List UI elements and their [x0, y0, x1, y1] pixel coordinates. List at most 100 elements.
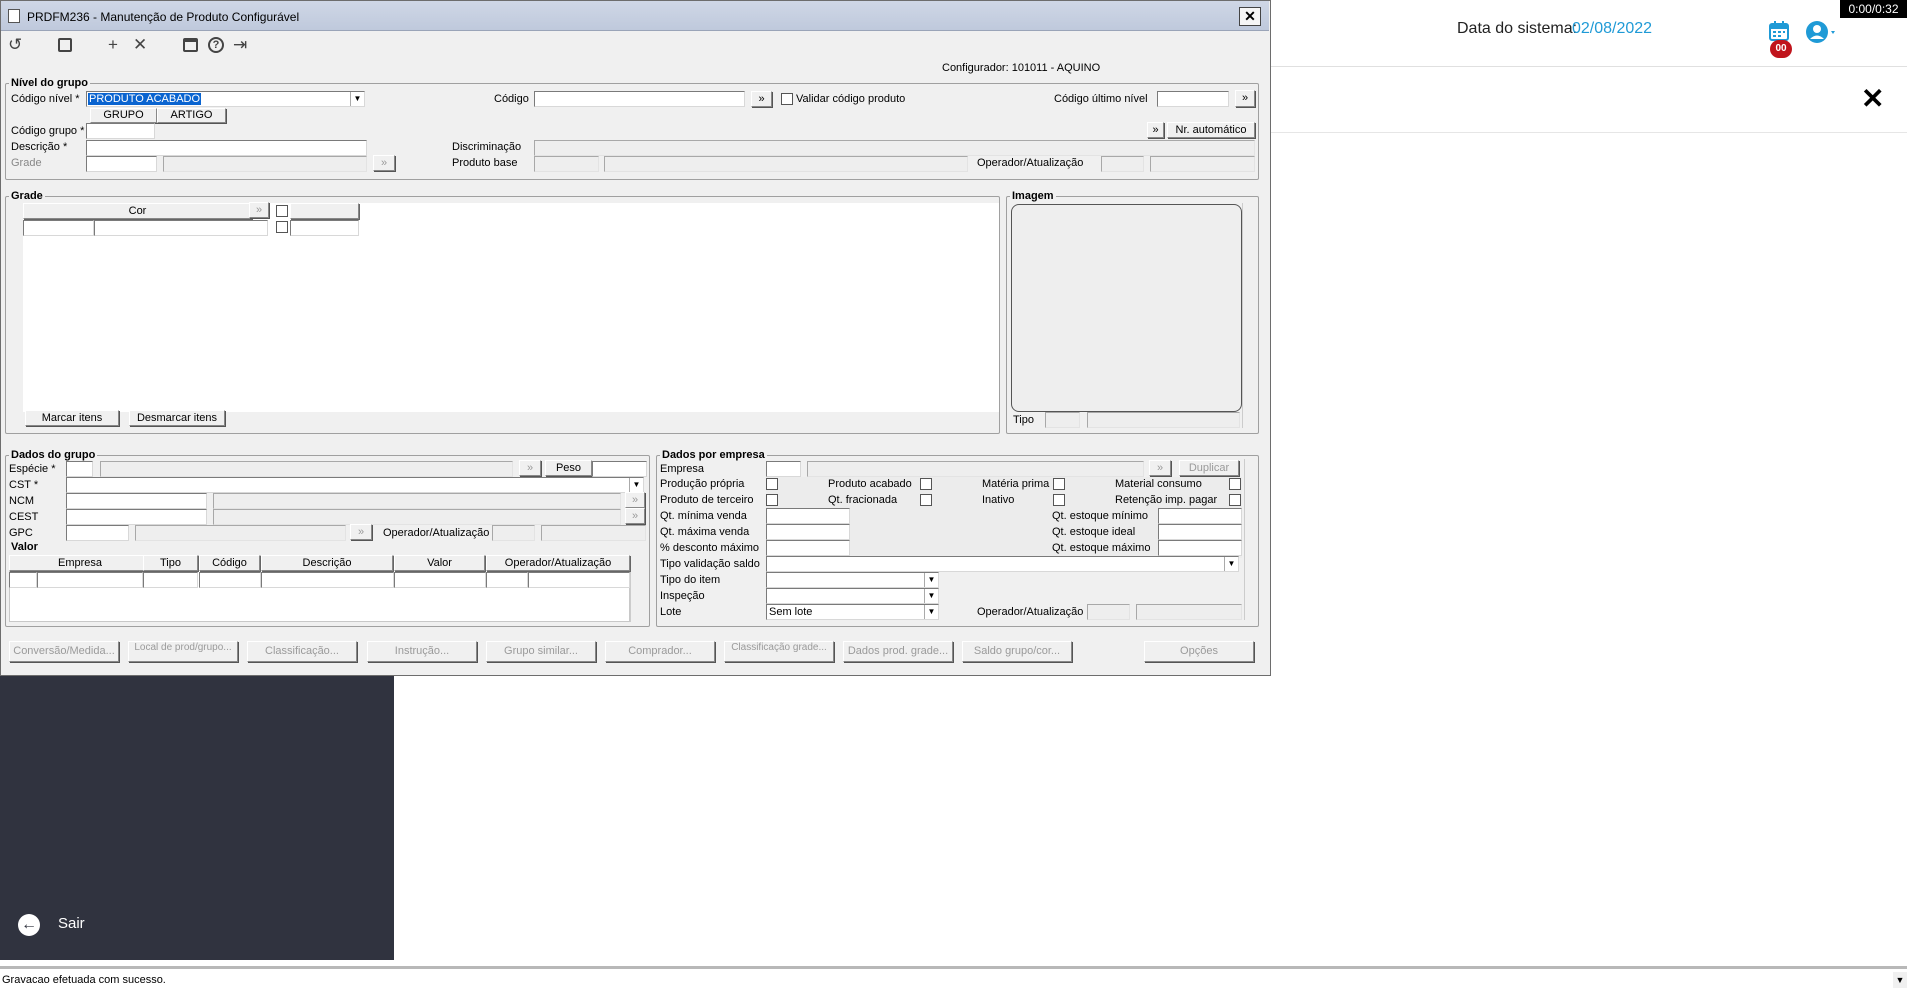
classificacao-button[interactable]: Classificação... — [247, 641, 357, 662]
codigo-input[interactable] — [534, 91, 745, 107]
calendar-tool-icon[interactable] — [183, 38, 198, 52]
codigo-ultimo-input[interactable] — [1157, 91, 1229, 107]
qt-estoque-max-input[interactable] — [1158, 540, 1242, 556]
especie-lookup-button[interactable]: » — [519, 460, 541, 476]
comprador-button[interactable]: Comprador... — [605, 641, 715, 662]
conversao-medida-button[interactable]: Conversão/Medida... — [9, 641, 119, 662]
valor-cell-codigo[interactable] — [199, 572, 261, 588]
grade-select-all-checkbox[interactable] — [276, 205, 288, 217]
peso-input[interactable] — [592, 461, 647, 477]
chevron-down-icon[interactable]: ▼ — [924, 573, 938, 587]
tipo-validacao-select[interactable]: ▼ — [766, 556, 1239, 572]
ncm-lookup-button[interactable]: » — [625, 492, 645, 508]
qt-min-venda-input[interactable] — [766, 508, 850, 524]
gpc-input[interactable] — [66, 525, 129, 541]
opcoes-button[interactable]: Opções — [1144, 641, 1254, 662]
dados-prod-grade-button[interactable]: Dados prod. grade... — [843, 641, 953, 662]
chevron-down-icon[interactable]: ▼ — [924, 589, 938, 603]
inativo-checkbox[interactable] — [1053, 494, 1065, 506]
lote-select[interactable]: Sem lote ▼ — [766, 604, 939, 620]
empresa-input[interactable] — [766, 461, 801, 477]
descricao-input[interactable] — [86, 140, 367, 156]
local-prod-grupo-button[interactable]: Local de prod/grupo... — [128, 641, 238, 662]
chevron-down-icon[interactable]: ▼ — [629, 478, 643, 492]
desconto-max-input[interactable] — [766, 540, 850, 556]
valor-col-valor[interactable]: Valor — [394, 555, 485, 571]
qt-fracionada-checkbox[interactable] — [920, 494, 932, 506]
product-image[interactable] — [1011, 204, 1242, 412]
valor-cell-operador[interactable] — [486, 572, 528, 588]
valor-cell-empresa-code[interactable] — [9, 572, 37, 588]
add-icon[interactable]: + — [108, 35, 118, 55]
nr-automatico-button[interactable]: Nr. automático — [1167, 122, 1255, 138]
qt-estoque-min-input[interactable] — [1158, 508, 1242, 524]
peso-button[interactable]: Peso — [545, 460, 592, 476]
imagem-scrollbar[interactable] — [1242, 203, 1256, 428]
grade-row-checkbox[interactable] — [276, 221, 288, 233]
refresh-icon[interactable]: ↺ — [8, 35, 22, 55]
cor-code-cell[interactable] — [23, 220, 94, 236]
valor-scrollbar[interactable] — [630, 570, 644, 622]
duplicar-button[interactable]: Duplicar — [1179, 460, 1239, 476]
marcar-itens-button[interactable]: Marcar itens — [25, 410, 119, 426]
cor-desc-cell[interactable] — [94, 220, 268, 236]
classificacao-grade-button[interactable]: Classificação grade... — [724, 641, 834, 662]
chevron-down-icon[interactable]: ▼ — [924, 605, 938, 619]
retencao-checkbox[interactable] — [1229, 494, 1241, 506]
valor-col-operador[interactable]: Operador/Atualização — [486, 555, 630, 571]
cst-select[interactable]: ▼ — [66, 477, 644, 493]
delete-icon[interactable]: ✕ — [133, 35, 147, 55]
empresa-scrollbar[interactable] — [1244, 459, 1258, 620]
valor-cell-descricao[interactable] — [261, 572, 394, 588]
exit-arrow-icon[interactable]: ← — [18, 914, 40, 936]
valor-cell-data[interactable] — [528, 572, 630, 588]
help-icon[interactable]: ? — [208, 37, 224, 53]
qt-estoque-ideal-input[interactable] — [1158, 524, 1242, 540]
cor-lookup-button[interactable]: » — [249, 202, 269, 218]
validar-codigo-checkbox[interactable] — [781, 93, 793, 105]
produto-terceiro-checkbox[interactable] — [766, 494, 778, 506]
qt-max-venda-input[interactable] — [766, 524, 850, 540]
window-close-button[interactable]: ✕ — [1239, 7, 1261, 26]
save-icon[interactable] — [58, 38, 72, 52]
especie-input[interactable] — [66, 461, 93, 477]
cor-column-header[interactable]: Cor — [23, 203, 252, 219]
user-avatar-icon[interactable] — [1805, 20, 1839, 44]
calendar-icon[interactable] — [1768, 20, 1790, 42]
instrucao-button[interactable]: Instrução... — [367, 641, 477, 662]
valor-cell-valor[interactable] — [394, 572, 486, 588]
inspecao-select[interactable]: ▼ — [766, 588, 939, 604]
produto-acabado-checkbox[interactable] — [920, 478, 932, 490]
exit-label[interactable]: Sair — [58, 915, 85, 932]
exit-window-icon[interactable]: ⇥ — [233, 35, 247, 55]
valor-col-empresa[interactable]: Empresa — [9, 555, 151, 571]
tipo-item-select[interactable]: ▼ — [766, 572, 939, 588]
grade-extra-cell[interactable] — [290, 220, 359, 236]
artigo-button[interactable]: ARTIGO — [157, 108, 226, 123]
saldo-grupo-cor-button[interactable]: Saldo grupo/cor... — [962, 641, 1072, 662]
grade-lookup-button[interactable]: » — [373, 155, 395, 171]
codigo-nivel-select[interactable]: PRODUTO ACABADO ▼ — [86, 91, 365, 107]
status-scroll-down-icon[interactable]: ▼ — [1893, 972, 1907, 988]
materia-prima-checkbox[interactable] — [1053, 478, 1065, 490]
material-consumo-checkbox[interactable] — [1229, 478, 1241, 490]
valor-cell-tipo[interactable] — [143, 572, 198, 588]
cest-input[interactable] — [66, 509, 207, 525]
close-icon[interactable]: ✕ — [1861, 82, 1884, 115]
codigo-ultimo-go-button[interactable]: » — [1235, 90, 1255, 107]
grupo-button[interactable]: GRUPO — [90, 108, 157, 123]
grupo-similar-button[interactable]: Grupo similar... — [486, 641, 596, 662]
valor-cell-empresa[interactable] — [37, 572, 143, 588]
valor-col-tipo[interactable]: Tipo — [143, 555, 198, 571]
valor-col-descricao[interactable]: Descrição — [261, 555, 393, 571]
nr-auto-go-button[interactable]: » — [1147, 122, 1164, 138]
ncm-input[interactable] — [66, 493, 207, 509]
producao-propria-checkbox[interactable] — [766, 478, 778, 490]
empresa-lookup-button[interactable]: » — [1149, 460, 1171, 476]
chevron-down-icon[interactable]: ▼ — [350, 92, 364, 106]
valor-col-codigo[interactable]: Código — [199, 555, 260, 571]
valor-row[interactable] — [9, 572, 630, 588]
gpc-lookup-button[interactable]: » — [350, 524, 372, 540]
codigo-go-button[interactable]: » — [751, 91, 772, 107]
grade-extra-column-header[interactable] — [290, 203, 359, 219]
